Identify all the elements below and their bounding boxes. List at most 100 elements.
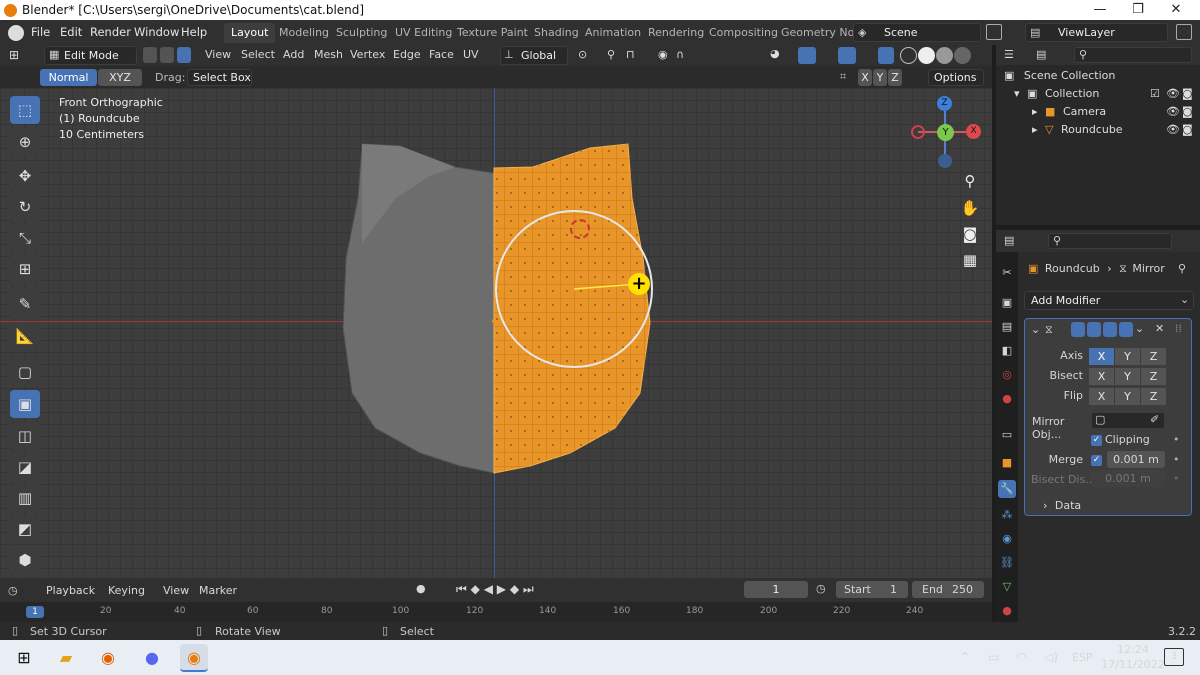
loop-cut-tool-icon[interactable]: ▥ xyxy=(10,484,40,512)
clipping-checkbox[interactable]: ✓ xyxy=(1091,435,1102,446)
output-tab-icon[interactable]: ▤ xyxy=(998,318,1016,336)
editmode-cage-icon[interactable] xyxy=(1071,322,1085,337)
axis-y-button[interactable]: Y xyxy=(1115,348,1140,365)
annotate-tool-icon[interactable]: ✎ xyxy=(10,290,40,318)
collapse-chevron-icon[interactable]: ⌄ xyxy=(1031,323,1040,336)
constraints-tab-icon[interactable]: ⛓ xyxy=(998,554,1016,572)
transform-orientation[interactable]: ⊥ Global xyxy=(500,46,568,65)
clock-time[interactable]: 12:24 xyxy=(1108,643,1158,656)
drag-selector[interactable]: Select Box xyxy=(187,69,252,86)
windows-start-icon[interactable]: ⊞ xyxy=(10,644,38,672)
pivot-icon[interactable]: ⊙ xyxy=(578,48,587,61)
drag-handle-icon[interactable]: ⁞⁞ xyxy=(1175,322,1182,335)
render-camera-icon[interactable]: ◙ xyxy=(1182,87,1193,100)
minimize-button[interactable]: — xyxy=(1080,0,1120,20)
mirror-x-button[interactable]: X xyxy=(858,69,872,86)
mirror-y-button[interactable]: Y xyxy=(873,69,887,86)
record-icon[interactable]: ● xyxy=(416,582,426,595)
gizmo-neg-x-icon[interactable] xyxy=(911,125,925,139)
proportional-edit-icon[interactable]: ◉ xyxy=(658,48,668,61)
edge-select-icon[interactable] xyxy=(160,47,174,63)
checkbox-icon[interactable]: ☑ xyxy=(1150,87,1160,100)
viewport-display-icon[interactable] xyxy=(1103,322,1117,337)
menu-face[interactable]: Face xyxy=(429,48,454,61)
move-tool-icon[interactable]: ✥ xyxy=(10,162,40,190)
normal-mode-button[interactable]: Normal xyxy=(40,69,97,86)
jump-start-icon[interactable]: ⏮ xyxy=(456,582,467,596)
eye-icon[interactable]: 👁 xyxy=(1166,105,1180,118)
mirror-object-field[interactable]: ▢ ✐ xyxy=(1091,412,1165,429)
timeline-ruler[interactable]: 1 20 40 60 80 100 120 140 160 180 200 22… xyxy=(0,602,992,622)
device-icon[interactable]: ▭ xyxy=(988,650,999,664)
gizmo-y-icon[interactable]: Y xyxy=(937,124,954,141)
maximize-button[interactable]: ❐ xyxy=(1118,0,1158,20)
menu-mesh[interactable]: Mesh xyxy=(314,48,343,61)
falloff-icon[interactable]: ∩ xyxy=(676,48,684,61)
bisect-z-button[interactable]: Z xyxy=(1141,368,1166,385)
keyframe-dot-icon[interactable]: • xyxy=(1173,433,1180,446)
add-modifier-dropdown[interactable]: Add Modifier ⌄ xyxy=(1024,291,1194,310)
menu-keying[interactable]: Keying xyxy=(108,584,145,597)
xyz-mode-button[interactable]: XYZ xyxy=(98,69,142,86)
pan-hand-icon[interactable]: ✋ xyxy=(958,196,982,220)
poly-build-tool-icon[interactable]: ⬢ xyxy=(10,546,40,574)
play-icon[interactable]: ▶ xyxy=(497,582,506,596)
expand-icon[interactable]: ▸ xyxy=(1032,105,1038,118)
start-frame-field[interactable]: Start 1 xyxy=(836,581,908,598)
outliner-roundcube[interactable]: ▸ ▽ Roundcube 👁 ◙ xyxy=(1000,123,1196,141)
file-explorer-icon[interactable]: ▰ xyxy=(52,644,80,672)
mirror-z-button[interactable]: Z xyxy=(888,69,902,86)
menu-edit[interactable]: Edit xyxy=(60,25,82,39)
camera-view-icon[interactable]: ◙ xyxy=(958,222,982,246)
physics-tab-icon[interactable]: ◉ xyxy=(998,530,1016,548)
mode-selector[interactable]: ▦ Edit Mode xyxy=(44,46,137,65)
render-tab-icon[interactable]: ▣ xyxy=(998,294,1016,312)
tool-tab-icon[interactable]: ✂ xyxy=(998,264,1016,282)
menu-add[interactable]: Add xyxy=(283,48,304,61)
jump-end-icon[interactable]: ⏭ xyxy=(523,582,534,596)
scene-tab-icon[interactable]: ◎ xyxy=(998,366,1016,384)
bisect-y-button[interactable]: Y xyxy=(1115,368,1140,385)
eyedropper-icon[interactable]: ✐ xyxy=(1150,413,1159,426)
menu-uv[interactable]: UV xyxy=(463,48,479,61)
outliner-scene-collection[interactable]: ▣ Scene Collection xyxy=(1000,69,1196,87)
solid-shading-icon[interactable] xyxy=(918,47,935,64)
inset-tool-icon[interactable]: ◫ xyxy=(10,422,40,450)
dropdown-icon[interactable]: ⌄ xyxy=(1135,322,1144,335)
bevel-tool-icon[interactable]: ◪ xyxy=(10,453,40,481)
menu-vertex[interactable]: Vertex xyxy=(350,48,385,61)
world-tab-icon[interactable]: ● xyxy=(998,390,1016,408)
xray-toggle-icon[interactable] xyxy=(878,47,894,64)
tab-compositing[interactable]: Compositing xyxy=(702,23,785,43)
outliner-search-input[interactable]: ⚲ xyxy=(1074,47,1192,63)
data-subpanel-toggle[interactable]: › Data xyxy=(1043,499,1081,512)
bisect-x-button[interactable]: X xyxy=(1089,368,1114,385)
menu-window[interactable]: Window xyxy=(134,25,179,39)
prev-keyframe-icon[interactable]: ◆ xyxy=(471,582,480,596)
new-scene-icon[interactable] xyxy=(986,24,1002,40)
axis-z-button[interactable]: Z xyxy=(1141,348,1166,365)
flip-y-button[interactable]: Y xyxy=(1115,388,1140,405)
end-frame-field[interactable]: End 250 xyxy=(912,581,984,598)
current-frame-field[interactable]: 1 xyxy=(744,581,808,598)
timeline-editor-icon[interactable]: ◷ xyxy=(8,584,18,597)
clock-date[interactable]: 17/11/2022 xyxy=(1098,658,1168,671)
flip-z-button[interactable]: Z xyxy=(1141,388,1166,405)
keyframe-dot-icon[interactable]: • xyxy=(1173,472,1180,485)
particles-tab-icon[interactable]: ⁂ xyxy=(998,506,1016,524)
tab-animation[interactable]: Animation xyxy=(578,23,648,43)
clock-icon[interactable]: ◷ xyxy=(816,582,826,595)
notification-badge[interactable]: 3 xyxy=(1164,648,1184,666)
modifier-tab-icon[interactable]: 🔧 xyxy=(998,480,1016,498)
flip-x-button[interactable]: X xyxy=(1089,388,1114,405)
pin-icon[interactable]: ⚲ xyxy=(1178,262,1186,275)
blender-taskbar-icon[interactable]: ◉ xyxy=(180,644,208,672)
overlay-toggle-icon[interactable] xyxy=(838,47,856,64)
face-select-icon[interactable] xyxy=(177,47,191,63)
rotate-tool-icon[interactable]: ↻ xyxy=(10,193,40,221)
transform-tool-icon[interactable]: ⊞ xyxy=(10,255,40,283)
render-camera-icon[interactable]: ◙ xyxy=(1182,105,1193,118)
eye-icon[interactable]: 👁 xyxy=(1166,87,1180,100)
tab-layout[interactable]: Layout xyxy=(224,23,276,43)
gizmo-z-icon[interactable]: Z xyxy=(937,96,952,111)
